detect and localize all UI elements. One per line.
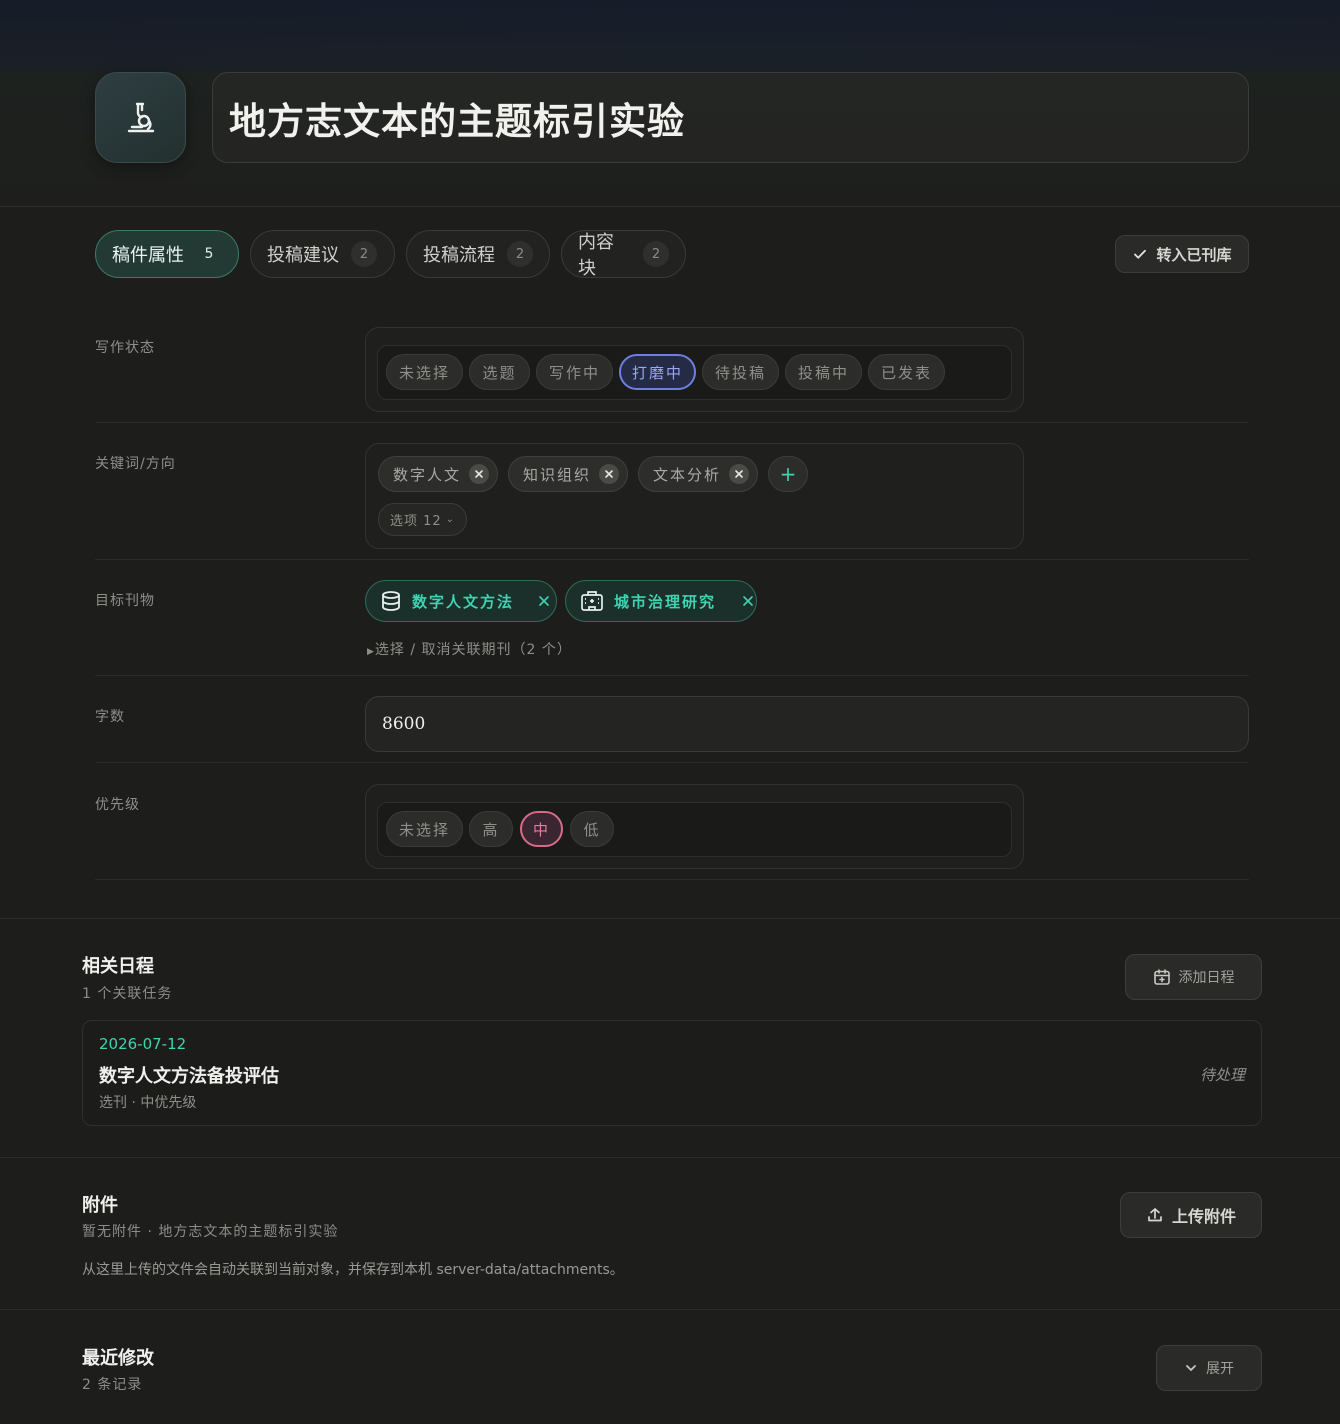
journal-tag[interactable]: 城市治理研究 [565,580,757,622]
triangle-right-icon: ▶ [367,647,375,657]
row-divider [95,879,1249,880]
keyword-text: 知识组织 [523,465,592,484]
upload-icon [1148,1208,1162,1222]
journal-name: 城市治理研究 [614,592,717,611]
status-option-selected[interactable]: 打磨中 [619,354,696,390]
tab-label: 内容块 [578,232,614,279]
chevron-down-icon [1186,1365,1196,1371]
section-divider [0,918,1340,919]
schedule-task-card[interactable]: 2026-07-12 数字人文方法备投评估 选刊 · 中优先级 待处理 [82,1020,1262,1126]
keyword-tag: 文本分析 [638,456,758,492]
title-field[interactable]: 地方志文本的主题标引实验 [212,72,1249,163]
add-keyword-button[interactable]: + [768,456,808,492]
tab-count: 2 [507,241,533,267]
tab-count: 2 [351,241,377,267]
button-label: 上传附件 [1171,1207,1236,1226]
row-divider [95,675,1249,676]
status-label: 写作状态 [95,340,155,356]
status-option[interactable]: 待投稿 [702,354,779,390]
priority-label: 优先级 [95,797,140,813]
calendar-icon [1153,969,1170,985]
journal-name: 数字人文方法 [412,592,515,611]
divider [0,206,1340,207]
section-divider [0,1309,1340,1310]
wordcount-value: 8600 [382,714,426,734]
wordcount-label: 字数 [95,709,125,725]
row-divider [95,762,1249,763]
status-option[interactable]: 已发表 [868,354,945,390]
recent-subtitle: 2 条记录 [82,1377,143,1393]
keyword-text: 数字人文 [393,465,462,484]
wordcount-input[interactable]: 8600 [365,696,1249,752]
tab-workflow[interactable]: 投稿流程 2 [406,230,550,278]
status-option[interactable]: 选题 [469,354,530,390]
button-label: 转入已刊库 [1156,245,1232,264]
tab-suggestions[interactable]: 投稿建议 2 [250,230,395,278]
priority-option[interactable]: 高 [469,811,513,847]
status-option[interactable]: 投稿中 [785,354,862,390]
recent-title: 最近修改 [82,1348,154,1369]
task-name: 数字人文方法备投评估 [99,1066,279,1087]
tab-label: 投稿建议 [267,245,339,266]
close-icon[interactable] [538,595,550,607]
status-option[interactable]: 写作中 [536,354,613,390]
microscope-icon [95,72,186,163]
keywords-label: 关键词/方向 [95,456,176,472]
button-label: 添加日程 [1178,970,1235,986]
priority-option[interactable]: 低 [570,811,614,847]
close-icon[interactable] [742,595,754,607]
expand-button[interactable]: 展开 [1156,1345,1262,1391]
check-icon [1134,249,1147,259]
keyword-tag: 知识组织 [508,456,628,492]
keyword-options-dropdown[interactable]: 选项 12 ⌄ [378,503,467,536]
institution-icon [581,591,603,611]
attachments-note: 从这里上传的文件会自动关联到当前对象，并保存到本机 server-data/at… [82,1262,624,1278]
keyword-text: 文本分析 [653,465,722,484]
priority-option[interactable]: 未选择 [386,811,463,847]
tab-content-blocks[interactable]: 内容块 2 [561,230,686,279]
row-divider [95,559,1249,560]
add-schedule-button[interactable]: 添加日程 [1125,954,1262,1000]
button-label: 展开 [1206,1361,1234,1377]
task-status: 待处理 [1199,1066,1245,1084]
remove-keyword-icon[interactable] [599,464,620,484]
row-divider [95,422,1249,423]
schedule-subtitle: 1 个关联任务 [82,986,173,1002]
priority-option-selected[interactable]: 中 [520,811,563,847]
top-bar [0,0,1340,72]
status-option[interactable]: 未选择 [386,354,463,390]
journal-toggle-label: 选择 / 取消关联期刊（2 个） [374,642,572,658]
journal-tag[interactable]: 数字人文方法 [365,580,557,622]
attachments-title: 附件 [82,1195,118,1216]
keyword-tag: 数字人文 [378,456,498,492]
schedule-title: 相关日程 [82,956,154,977]
journal-label: 目标刊物 [95,593,155,609]
page-title: 地方志文本的主题标引实验 [229,99,685,143]
tab-label: 投稿流程 [423,245,495,266]
upload-attachment-button[interactable]: 上传附件 [1120,1192,1262,1238]
remove-keyword-icon[interactable] [729,464,750,484]
task-date: 2026-07-12 [99,1035,187,1053]
move-to-published-button[interactable]: 转入已刊库 [1115,235,1249,273]
tab-label: 稿件属性 [112,245,184,266]
tab-count: 2 [643,241,669,267]
section-divider [0,1157,1340,1158]
database-icon [382,591,400,611]
attachments-subtitle: 暂无附件 · 地方志文本的主题标引实验 [82,1224,339,1240]
remove-keyword-icon[interactable] [469,464,490,484]
chevron-down-icon: ⌄ [445,514,456,525]
task-meta: 选刊 · 中优先级 [99,1095,197,1111]
tab-properties[interactable]: 稿件属性 5 [95,230,239,278]
tab-count: 5 [204,246,214,262]
dropdown-label: 选项 12 [389,514,442,529]
journal-toggle[interactable]: ▶选择 / 取消关联期刊（2 个） [367,639,572,659]
